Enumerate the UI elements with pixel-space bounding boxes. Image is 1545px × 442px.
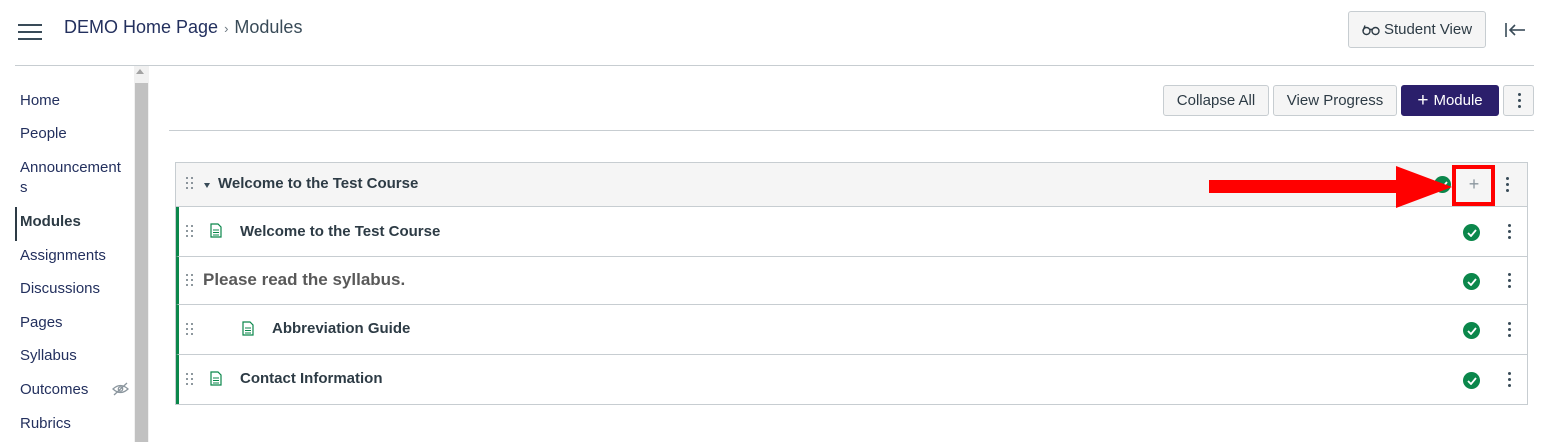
breadcrumb: DEMO Home Page › Modules: [64, 17, 302, 38]
module-item[interactable]: Abbreviation Guide: [176, 305, 1527, 355]
hamburger-menu-icon[interactable]: [18, 24, 42, 40]
app-header: DEMO Home Page › Modules Student View: [0, 0, 1545, 56]
breadcrumb-separator: ›: [224, 21, 229, 36]
nav-item-rubrics[interactable]: Rubrics: [20, 414, 71, 434]
drag-handle-icon[interactable]: [186, 373, 194, 387]
toolbar-divider: [169, 130, 1534, 131]
toolbar-more-button[interactable]: [1503, 85, 1534, 116]
breadcrumb-current: Modules: [234, 17, 303, 37]
view-progress-button[interactable]: View Progress: [1273, 85, 1397, 116]
item-kebab-icon[interactable]: [1504, 322, 1514, 338]
published-check-icon[interactable]: [1463, 322, 1480, 339]
nav-item-pages[interactable]: Pages: [20, 313, 63, 333]
nav-item-discussions[interactable]: Discussions: [20, 279, 100, 299]
module-title: Welcome to the Test Course: [218, 175, 419, 192]
drag-handle-icon[interactable]: [186, 323, 194, 337]
header-divider: [15, 65, 1534, 66]
published-check-icon[interactable]: [1463, 273, 1480, 290]
page-icon: [210, 223, 222, 238]
nav-item-home[interactable]: Home: [20, 91, 60, 111]
annotation-arrow-head-icon: [1396, 166, 1452, 208]
drag-handle-icon[interactable]: [186, 177, 194, 191]
nav-item-announcements[interactable]: Announcement s: [20, 158, 121, 198]
student-view-button[interactable]: Student View: [1348, 11, 1486, 48]
active-indicator: [15, 207, 17, 241]
published-check-icon[interactable]: [1463, 372, 1480, 389]
module-item-title[interactable]: Welcome to the Test Course: [240, 223, 440, 240]
nav-item-modules[interactable]: Modules: [20, 212, 81, 232]
eye-hidden-icon: [112, 382, 129, 396]
collapse-all-button[interactable]: Collapse All: [1163, 85, 1269, 116]
module-item-title[interactable]: Contact Information: [240, 370, 383, 387]
student-view-label: Student View: [1383, 21, 1473, 38]
nav-item-label-wrap: s: [20, 179, 28, 196]
breadcrumb-home-link[interactable]: DEMO Home Page: [64, 17, 218, 37]
module-text-header: Please read the syllabus.: [203, 270, 406, 289]
module-item[interactable]: Please read the syllabus.: [176, 257, 1527, 305]
item-kebab-icon[interactable]: [1504, 224, 1514, 240]
module-item[interactable]: Welcome to the Test Course: [176, 207, 1527, 257]
glasses-icon: [1362, 24, 1380, 35]
published-check-icon[interactable]: [1463, 224, 1480, 241]
nav-item-assignments[interactable]: Assignments: [20, 246, 106, 266]
kebab-icon: [1514, 92, 1524, 109]
nav-item-syllabus[interactable]: Syllabus: [20, 346, 77, 366]
module-kebab-icon[interactable]: [1502, 177, 1512, 193]
module-item[interactable]: Contact Information: [176, 355, 1527, 404]
course-navigation: Home People Announcement s Modules Assign…: [0, 66, 150, 442]
item-kebab-icon[interactable]: [1504, 273, 1514, 289]
add-module-label: Module: [1433, 92, 1483, 109]
page-icon: [242, 321, 254, 336]
nav-item-label: Announcement: [20, 159, 121, 176]
module-item-title[interactable]: Abbreviation Guide: [272, 320, 410, 337]
scroll-up-arrow-icon[interactable]: [136, 69, 144, 74]
nav-scrollbar-thumb[interactable]: [135, 83, 148, 442]
drag-handle-icon[interactable]: [186, 274, 194, 288]
collapse-nav-icon[interactable]: [1504, 20, 1526, 40]
collapse-caret-icon[interactable]: [204, 183, 210, 188]
annotation-arrow-shaft: [1209, 180, 1401, 193]
plus-icon: +: [1417, 90, 1429, 111]
annotation-highlight-box: [1452, 165, 1495, 206]
module-card: Welcome to the Test Course + Welcome to …: [175, 162, 1528, 405]
nav-item-outcomes[interactable]: Outcomes: [20, 380, 88, 400]
add-module-button[interactable]: + Module: [1401, 85, 1499, 116]
nav-item-people[interactable]: People: [20, 124, 67, 144]
drag-handle-icon[interactable]: [186, 225, 194, 239]
page-icon: [210, 371, 222, 386]
item-kebab-icon[interactable]: [1504, 372, 1514, 388]
